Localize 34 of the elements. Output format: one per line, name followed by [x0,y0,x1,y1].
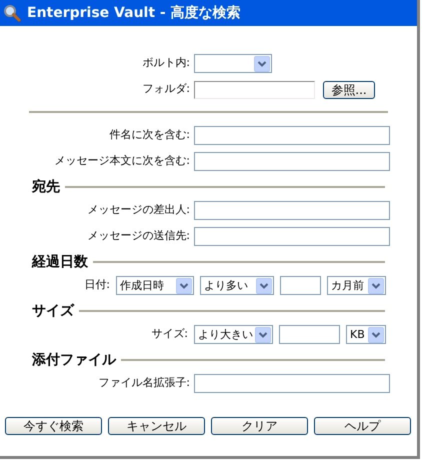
field-label: ボルト内: [141,55,190,72]
text-field[interactable] [194,227,390,246]
section-heading: 宛先 [32,178,60,196]
text-field[interactable] [194,80,315,98]
text-field[interactable] [280,276,321,295]
section-heading: 経過日数 [32,252,88,272]
field-label: メッセージの差出人: [86,202,190,218]
dialog-button[interactable]: キャンセル [108,417,205,435]
field-label: フォルダ: [141,81,190,98]
dropdown[interactable]: KB [346,325,386,344]
dialog-button[interactable]: ヘルプ [314,417,411,435]
text-field[interactable] [194,201,390,220]
dropdown[interactable]: より多い [200,276,274,295]
dropdown[interactable] [194,54,272,73]
dropdown[interactable]: より大きい [194,325,273,344]
field-label: 日付: [84,277,110,294]
text-field[interactable] [194,152,390,171]
field-label: メッセージ本文に次を含む: [53,153,190,170]
dialog-button[interactable]: クリア [211,417,308,435]
dropdown[interactable]: 作成日時 [116,276,194,295]
field-label: 件名に次を含む: [108,127,190,144]
text-field[interactable] [194,374,390,393]
field-label: ファイル名拡張子: [97,375,190,392]
field-label: サイズ: [151,326,188,342]
search-icon [3,4,21,22]
text-field[interactable] [279,325,340,344]
field-label: メッセージの送信先: [86,228,190,244]
section-heading: サイズ [32,302,74,320]
browse-button[interactable]: 参照... [323,80,375,98]
section-heading: 添付ファイル [32,350,116,370]
text-field[interactable] [194,126,390,145]
window-title: Enterprise Vault - 高度な検索 [27,4,241,22]
dropdown[interactable]: カ月前 [327,276,386,295]
dialog-button[interactable]: 今すぐ検索 [5,417,102,435]
